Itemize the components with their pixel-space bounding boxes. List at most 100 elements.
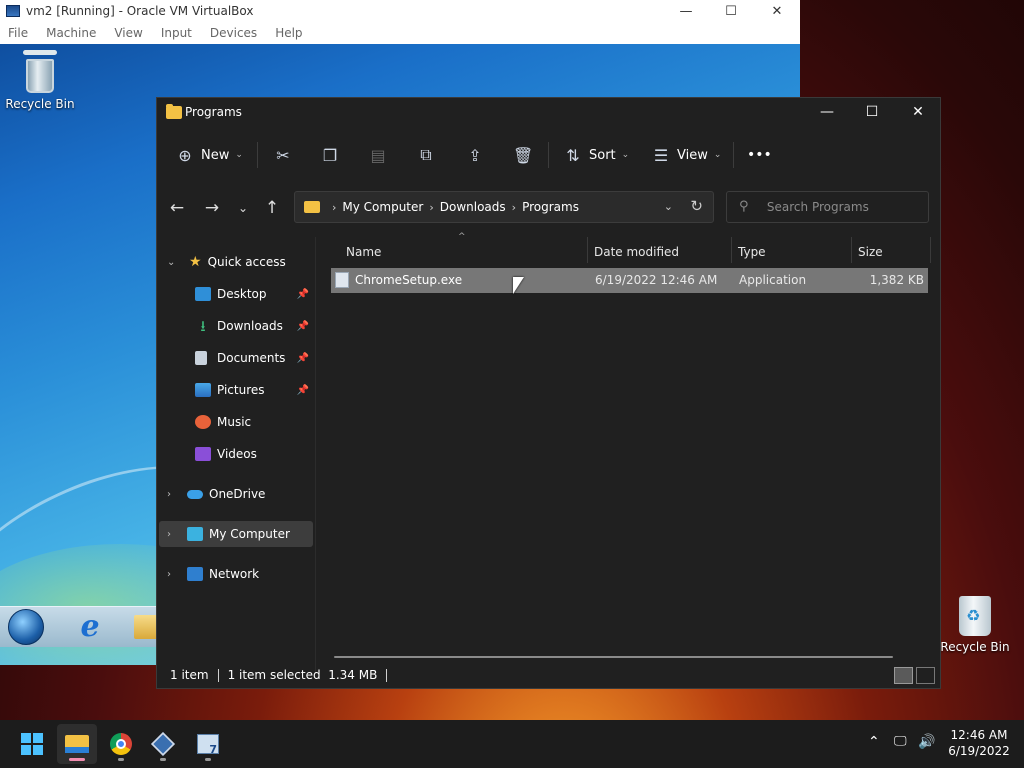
- sort-label: Sort: [589, 147, 616, 163]
- more-options-button[interactable]: •••: [747, 140, 772, 170]
- sidebar-item-onedrive[interactable]: › OneDrive: [159, 481, 313, 507]
- chevron-down-icon[interactable]: ⌄: [167, 257, 175, 268]
- delete-button[interactable]: 🗑: [513, 140, 533, 170]
- rename-button[interactable]: ⧉: [416, 140, 436, 170]
- sidebar-item-pictures[interactable]: Pictures 📌: [159, 377, 313, 403]
- vbox-close-button[interactable]: ✕: [754, 0, 800, 22]
- menu-input[interactable]: Input: [161, 26, 192, 40]
- column-header-name[interactable]: Name: [346, 239, 381, 265]
- chevron-right-icon[interactable]: ›: [167, 489, 171, 500]
- menu-machine[interactable]: Machine: [46, 26, 96, 40]
- close-button[interactable]: ✕: [895, 98, 941, 126]
- vm-recycle-bin[interactable]: Recycle Bin: [0, 50, 80, 111]
- sidebar-item-network[interactable]: › Network: [159, 561, 313, 587]
- large-icons-view-icon[interactable]: [916, 667, 935, 684]
- recent-locations-chevron-icon[interactable]: ⌄: [231, 196, 255, 220]
- file-date: 6/19/2022 12:46 AM: [595, 273, 718, 287]
- desktop-recycle-bin[interactable]: Recycle Bin: [940, 596, 1010, 654]
- share-button[interactable]: ⇪: [465, 140, 485, 170]
- plus-circle-icon: ⊕: [178, 145, 192, 165]
- search-box[interactable]: ⚲: [726, 191, 929, 223]
- column-separator[interactable]: [731, 237, 732, 263]
- taskbar-file-explorer[interactable]: [57, 724, 97, 764]
- back-arrow-icon[interactable]: ←: [165, 196, 189, 220]
- rename-icon: ⧉: [420, 145, 432, 164]
- maximize-button[interactable]: ☐: [849, 98, 895, 126]
- sidebar-item-music[interactable]: Music: [159, 409, 313, 435]
- up-arrow-icon[interactable]: ↑: [260, 196, 284, 220]
- file-row[interactable]: ChromeSetup.exe 6/19/2022 12:46 AM Appli…: [331, 268, 928, 293]
- pin-icon[interactable]: 📌: [297, 321, 309, 332]
- address-bar[interactable]: › My Computer › Downloads › Programs ⌄ ↻: [294, 191, 714, 223]
- view-list-icon: ☰: [653, 145, 669, 165]
- breadcrumb-programs[interactable]: Programs: [522, 200, 579, 214]
- star-icon: ★: [189, 254, 202, 270]
- details-view-icon[interactable]: [894, 667, 913, 684]
- folder-icon: [166, 104, 182, 119]
- chevron-right-icon[interactable]: ›: [167, 569, 171, 580]
- refresh-icon[interactable]: ↻: [690, 197, 703, 215]
- column-separator[interactable]: [587, 237, 588, 263]
- desktop-recycle-bin-label: Recycle Bin: [940, 640, 1010, 654]
- breadcrumb-my-computer[interactable]: My Computer: [342, 200, 423, 214]
- breadcrumb-downloads[interactable]: Downloads: [440, 200, 506, 214]
- column-separator[interactable]: [851, 237, 852, 263]
- internet-explorer-icon[interactable]: e: [74, 611, 106, 643]
- chevron-down-icon: ⌄: [235, 150, 243, 160]
- taskbar-clock[interactable]: 12:46 AM 6/19/2022: [938, 727, 1020, 759]
- win7-start-icon[interactable]: [8, 609, 44, 645]
- sort-icon: ⇅: [566, 145, 580, 165]
- column-header-date-modified[interactable]: Date modified: [594, 239, 679, 265]
- forward-arrow-icon[interactable]: →: [200, 196, 224, 220]
- network-status-icon[interactable]: 🖵: [894, 734, 907, 749]
- status-divider: [386, 668, 388, 682]
- sidebar-item-documents[interactable]: Documents 📌: [159, 345, 313, 371]
- taskbar-virtualbox[interactable]: [143, 724, 183, 764]
- volume-icon[interactable]: 🔊: [918, 734, 935, 750]
- copy-button[interactable]: ❐: [320, 140, 340, 170]
- chevron-up-icon[interactable]: ⌃: [868, 734, 880, 750]
- paste-button[interactable]: ▤: [368, 140, 388, 170]
- cloud-icon: [187, 489, 203, 499]
- address-dropdown-chevron-icon[interactable]: ⌄: [664, 200, 673, 213]
- chrome-icon: [110, 733, 132, 755]
- running-indicator: [160, 758, 166, 761]
- explorer-titlebar: Programs — ☐ ✕: [157, 98, 942, 126]
- view-button[interactable]: ☰ View ⌄: [651, 140, 722, 170]
- sidebar-item-downloads[interactable]: ⭳ Downloads 📌: [159, 313, 313, 339]
- sort-button[interactable]: ⇅ Sort ⌄: [563, 140, 629, 170]
- sidebar-item-my-computer[interactable]: › My Computer: [159, 521, 313, 547]
- column-header-size[interactable]: Size: [858, 239, 883, 265]
- breadcrumb-separator-icon: ›: [429, 200, 434, 214]
- cut-button[interactable]: ✂: [273, 140, 293, 170]
- command-bar: ⊕ New ⌄ ✂ ❐ ▤ ⧉ ⇪ 🗑 ⇅ Sort ⌄ ☰ View ⌄ ••…: [157, 132, 942, 178]
- sidebar-label: Music: [217, 415, 252, 429]
- search-input[interactable]: [764, 199, 928, 215]
- menu-devices[interactable]: Devices: [210, 26, 257, 40]
- status-divider: [217, 668, 219, 682]
- vbox-title: vm2 [Running] - Oracle VM VirtualBox: [26, 4, 254, 18]
- pin-icon[interactable]: 📌: [297, 353, 309, 364]
- sidebar-item-videos[interactable]: Videos: [159, 441, 313, 467]
- vbox-maximize-button[interactable]: ☐: [708, 0, 754, 22]
- taskbar: ⌃ 🖵 🔊: [0, 720, 1024, 768]
- minimize-button[interactable]: —: [804, 98, 850, 126]
- sidebar-item-quick-access[interactable]: ⌄ ★ Quick access: [159, 249, 313, 275]
- search-icon: ⚲: [739, 199, 749, 214]
- horizontal-scrollbar[interactable]: [334, 656, 893, 658]
- pin-icon[interactable]: 📌: [297, 289, 309, 300]
- sidebar-item-desktop[interactable]: Desktop 📌: [159, 281, 313, 307]
- vbox-minimize-button[interactable]: —: [663, 0, 709, 22]
- taskbar-vm[interactable]: [188, 724, 228, 764]
- start-button[interactable]: [12, 724, 52, 764]
- sidebar-label: Pictures: [217, 383, 265, 397]
- column-separator[interactable]: [930, 237, 931, 263]
- menu-file[interactable]: File: [8, 26, 28, 40]
- column-header-type[interactable]: Type: [738, 239, 766, 265]
- new-button[interactable]: ⊕ New ⌄: [175, 140, 243, 170]
- pin-icon[interactable]: 📌: [297, 385, 309, 396]
- chevron-right-icon[interactable]: ›: [167, 529, 171, 540]
- menu-view[interactable]: View: [114, 26, 142, 40]
- taskbar-chrome[interactable]: [101, 724, 141, 764]
- menu-help[interactable]: Help: [275, 26, 302, 40]
